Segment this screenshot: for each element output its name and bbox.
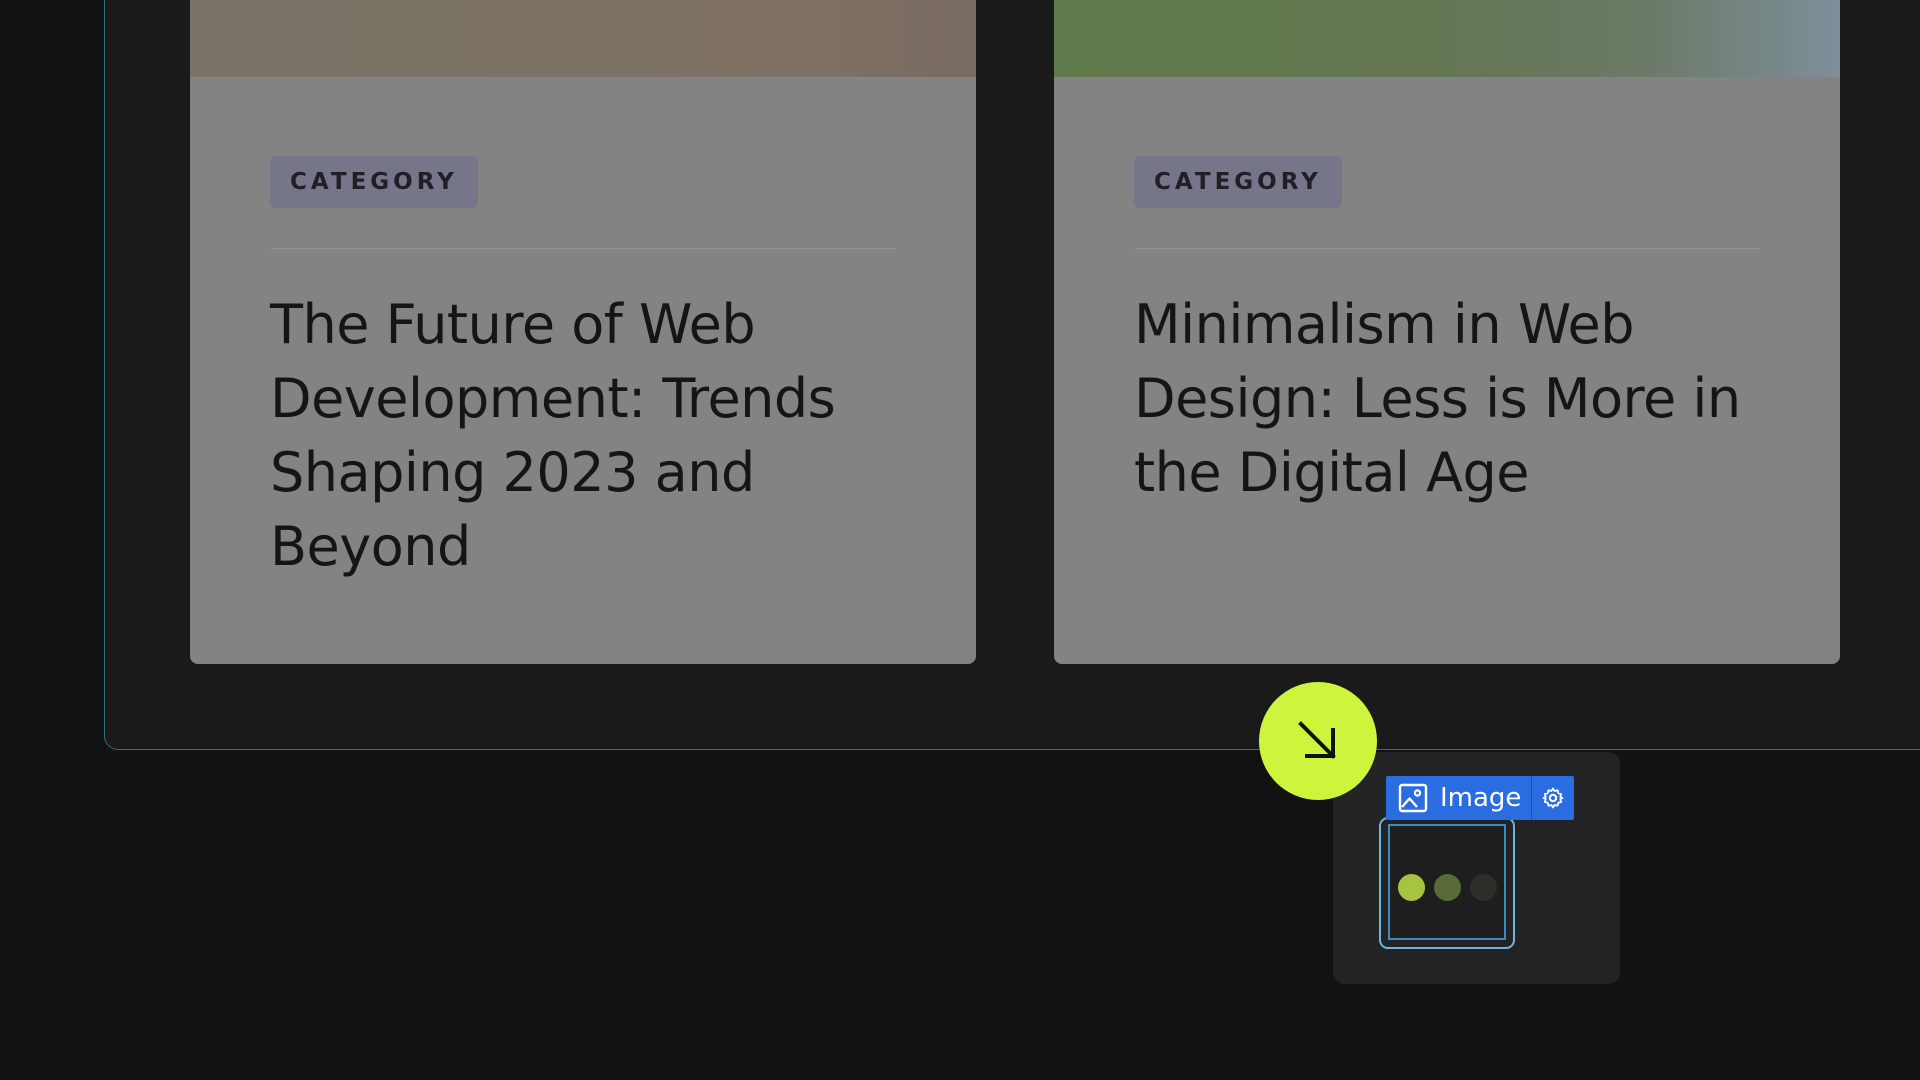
category-badge[interactable]: CATEGORY <box>1134 156 1342 208</box>
settings-button[interactable] <box>1532 776 1574 820</box>
element-type-label: Image <box>1440 783 1522 813</box>
element-type-button[interactable]: Image <box>1386 776 1531 820</box>
card-image <box>1054 0 1840 77</box>
card-title[interactable]: Minimalism in Web Design: Less is More i… <box>1134 288 1774 510</box>
selected-image-element[interactable] <box>1379 817 1515 949</box>
category-badge[interactable]: CATEGORY <box>270 156 478 208</box>
loading-dot <box>1434 874 1461 901</box>
element-tag[interactable]: Image <box>1386 776 1575 820</box>
card-title[interactable]: The Future of Web Development: Trends Sh… <box>270 288 910 584</box>
blog-card[interactable]: CATEGORY Minimalism in Web Design: Less … <box>1054 0 1840 664</box>
loading-dot <box>1470 874 1497 901</box>
card-image <box>190 0 976 77</box>
canvas: CATEGORY The Future of Web Development: … <box>0 0 1920 1080</box>
image-frame <box>1388 824 1506 940</box>
arrow-down-right-icon <box>1298 721 1336 759</box>
card-divider <box>270 248 896 249</box>
gear-icon <box>1543 787 1564 809</box>
loading-dot <box>1398 874 1425 901</box>
image-icon <box>1398 783 1428 813</box>
blog-card[interactable]: CATEGORY The Future of Web Development: … <box>190 0 976 664</box>
arrow-button[interactable] <box>1259 682 1377 800</box>
card-divider <box>1134 248 1760 249</box>
